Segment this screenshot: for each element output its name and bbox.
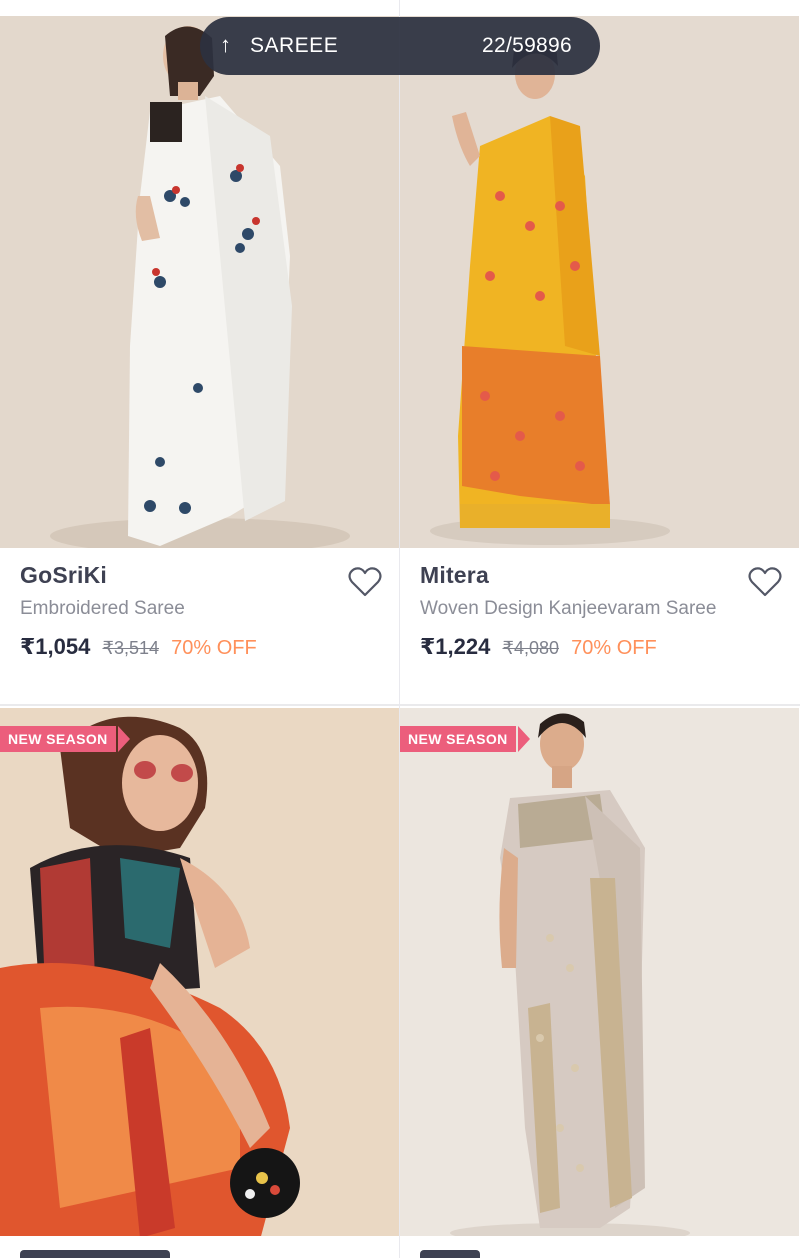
new-season-badge: NEW SEASON bbox=[400, 726, 516, 752]
product-image[interactable]: NEW SEASON bbox=[0, 708, 399, 1240]
product-price: ₹1,054 bbox=[20, 634, 91, 659]
product-image[interactable]: NEW SEASON bbox=[400, 708, 799, 1240]
product-brand: GoSriKi bbox=[20, 562, 108, 588]
product-price: ₹1,224 bbox=[420, 634, 491, 659]
product-card[interactable]: NEW SEASON bbox=[0, 706, 399, 1258]
product-image[interactable] bbox=[0, 16, 399, 548]
product-description: Embroidered Saree bbox=[20, 598, 185, 619]
product-card[interactable]: Mitera Woven Design Kanjeevaram Saree ₹1… bbox=[400, 0, 799, 706]
product-info[interactable]: Mitera Woven Design Kanjeevaram Saree ₹1… bbox=[400, 548, 799, 706]
next-product-peek bbox=[0, 1236, 399, 1258]
column-divider bbox=[399, 0, 400, 1258]
product-grid: GoSriKi Embroidered Saree ₹1,054 ₹3,514 … bbox=[0, 0, 800, 1258]
badge-tail bbox=[518, 726, 530, 752]
product-card[interactable]: GoSriKi Embroidered Saree ₹1,054 ₹3,514 … bbox=[0, 0, 399, 706]
scroll-to-top-pill[interactable]: ↑ SAREEE 22/59896 bbox=[200, 17, 600, 75]
arrow-up-icon: ↑ bbox=[220, 32, 231, 57]
badge-tail bbox=[118, 726, 130, 752]
product-card[interactable]: NEW SEASON bbox=[400, 706, 799, 1258]
heart-outline-icon[interactable] bbox=[347, 566, 383, 598]
new-season-badge: NEW SEASON bbox=[0, 726, 116, 752]
price-row: ₹1,054 ₹3,514 70% OFF bbox=[20, 634, 257, 660]
product-brand: Mitera bbox=[420, 562, 489, 588]
product-discount: 70% OFF bbox=[571, 637, 657, 659]
result-position: 22/59896 bbox=[482, 34, 572, 57]
product-description: Woven Design Kanjeevaram Saree bbox=[420, 598, 717, 619]
next-product-peek bbox=[400, 1236, 799, 1258]
heart-outline-icon[interactable] bbox=[747, 566, 783, 598]
product-mrp: ₹4,080 bbox=[502, 638, 560, 658]
search-query: SAREEE bbox=[250, 34, 339, 57]
peek-brand bbox=[420, 1238, 480, 1258]
price-row: ₹1,224 ₹4,080 70% OFF bbox=[420, 634, 657, 660]
product-image[interactable] bbox=[400, 16, 799, 548]
product-mrp: ₹3,514 bbox=[102, 638, 160, 658]
product-discount: 70% OFF bbox=[171, 637, 257, 659]
product-info[interactable]: GoSriKi Embroidered Saree ₹1,054 ₹3,514 … bbox=[0, 548, 399, 706]
peek-brand bbox=[20, 1238, 170, 1258]
